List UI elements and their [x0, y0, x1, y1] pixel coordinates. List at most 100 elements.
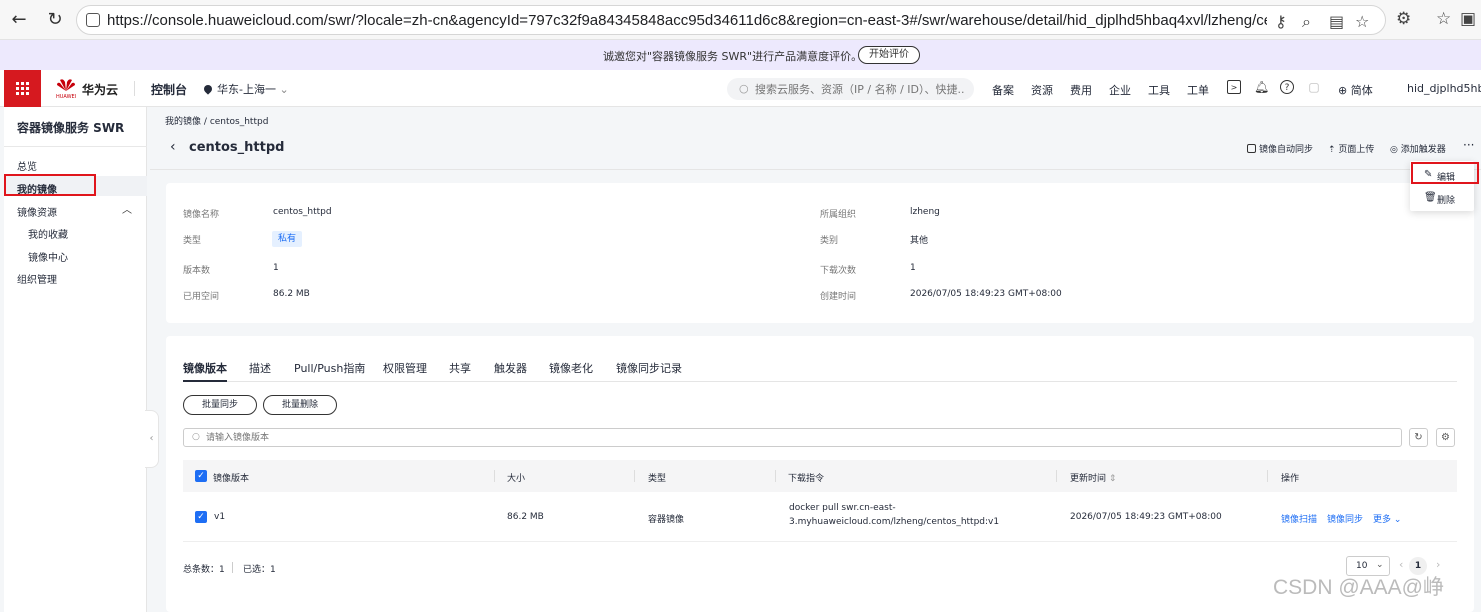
pull-command-line: 3.myhuaweicloud.com/lzheng/centos_httpd:…	[789, 517, 1000, 527]
divider	[4, 146, 147, 147]
more-actions-link[interactable]: 更多 ⌄	[1373, 512, 1401, 525]
info-value: 其他	[910, 236, 929, 246]
tab-pull-push-guide[interactable]: Pull/Push指南	[294, 360, 365, 376]
chat-icon[interactable]: ▢	[1307, 80, 1321, 94]
add-trigger-button[interactable]: ◎ 添加触发器	[1390, 142, 1446, 155]
address-bar[interactable]: https://console.huaweicloud.com/swr/?loc…	[76, 5, 1386, 35]
trigger-icon: ◎	[1390, 145, 1398, 155]
sidebar-item-favorites[interactable]: 我的收藏	[4, 221, 147, 241]
nav-item-enterprise[interactable]: 企业	[1109, 82, 1131, 98]
logo-subtext: HUAWEI	[56, 94, 77, 100]
updated-cell: 2026/07/05 18:49:23 GMT+08:00	[1070, 512, 1222, 522]
site-info-icon[interactable]	[86, 13, 100, 27]
settings-icon[interactable]: ⚙	[1436, 428, 1455, 447]
batch-delete-button[interactable]: 批量删除	[263, 395, 337, 415]
chevron-up-icon: ︿	[122, 205, 132, 216]
menu-item-delete[interactable]: 🗑︎ 删除	[1410, 187, 1474, 209]
sync-image-link[interactable]: 镜像同步	[1327, 512, 1363, 525]
nav-item-tickets[interactable]: 工单	[1187, 82, 1209, 98]
global-search-input[interactable]	[755, 81, 965, 97]
zoom-icon[interactable]: ⌕	[1302, 12, 1311, 32]
tab-description[interactable]: 描述	[249, 360, 271, 376]
reload-icon[interactable]: ↻	[44, 9, 66, 31]
sidebar-item-overview[interactable]: 总览	[4, 153, 147, 173]
sidebar-item-organizations[interactable]: 组织管理	[4, 266, 147, 286]
refresh-icon[interactable]: ↻	[1409, 428, 1428, 447]
action-label: 添加触发器	[1400, 145, 1446, 155]
breadcrumb: 我的镜像 / centos_httpd	[165, 114, 268, 127]
nav-item-billing[interactable]: 费用	[1070, 82, 1092, 98]
key-icon[interactable]: ⚷	[1275, 12, 1287, 31]
prev-page-icon[interactable]: ‹	[1399, 558, 1403, 571]
column-divider	[1267, 470, 1268, 482]
back-icon[interactable]: ←	[8, 9, 30, 31]
search-icon: ○	[192, 432, 200, 442]
back-button[interactable]: ‹	[170, 139, 176, 155]
console-link[interactable]: 控制台	[151, 81, 187, 98]
tab-sharing[interactable]: 共享	[449, 360, 471, 376]
region-label: 华东-上海一	[217, 83, 276, 96]
chevron-down-icon: ⌄	[1393, 515, 1402, 525]
more-icon[interactable]: ···	[1463, 138, 1474, 152]
chevron-down-icon: ⌄	[1376, 560, 1384, 570]
column-header: 类型	[648, 474, 667, 484]
more-label: 更多	[1373, 515, 1392, 525]
browser-toolbar: ← ↻ https://console.huaweicloud.com/swr/…	[0, 0, 1481, 40]
chevron-left-icon: ‹	[149, 433, 154, 444]
service-menu-button[interactable]	[4, 70, 41, 107]
extensions-icon[interactable]: ⚙	[1396, 9, 1411, 29]
favorites-icon[interactable]: ☆	[1436, 9, 1451, 29]
auto-sync-button[interactable]: 镜像自动同步	[1247, 142, 1313, 155]
sidebar-item-image-center[interactable]: 镜像中心	[4, 244, 147, 264]
collections-icon[interactable]: ▣	[1460, 9, 1476, 29]
global-search[interactable]: ○	[727, 78, 974, 100]
info-label: 创建时间	[820, 292, 857, 302]
sidebar-item-label: 总览	[17, 162, 37, 173]
tab-sync-records[interactable]: 镜像同步记录	[616, 360, 682, 376]
image-info-card: 镜像名称 centos_httpd 类型 私有 版本数 1 已用空间 86.2 …	[166, 183, 1474, 323]
column-header-sortable[interactable]: 更新时间 ⇕	[1070, 471, 1116, 484]
version-search[interactable]: ○	[183, 428, 1402, 447]
bell-icon[interactable]: 🔔︎	[1254, 80, 1269, 94]
nav-item-tools[interactable]: 工具	[1148, 82, 1170, 98]
upload-icon: ⇡	[1328, 145, 1336, 155]
user-account[interactable]: hid_djplhd5hbaq4xvl	[1407, 82, 1481, 95]
cloud-shell-icon[interactable]: >	[1227, 80, 1241, 94]
batch-sync-button[interactable]: 批量同步	[183, 395, 257, 415]
nav-item-resources[interactable]: 资源	[1031, 82, 1053, 98]
column-divider	[494, 470, 495, 482]
sidebar-collapse-button[interactable]: ‹	[145, 410, 159, 468]
logo-text[interactable]: 华为云	[82, 81, 118, 98]
help-icon[interactable]: ?	[1280, 80, 1294, 94]
version-search-input[interactable]	[206, 431, 806, 444]
star-icon[interactable]: ☆	[1355, 12, 1369, 31]
page-upload-button[interactable]: ⇡ 页面上传	[1328, 142, 1374, 155]
select-all-checkbox[interactable]: ✓	[195, 470, 207, 482]
divider	[232, 562, 233, 573]
region-selector[interactable]: 华东-上海一 ⌄	[202, 81, 289, 97]
survey-banner: 诚邀您对"容器镜像服务 SWR"进行产品满意度评价。 开始评价	[0, 40, 1481, 70]
info-value[interactable]: lzheng	[910, 207, 940, 217]
nav-item-filing[interactable]: 备案	[992, 82, 1014, 98]
language-selector[interactable]: ⊕ 简体	[1338, 82, 1373, 98]
sidebar-item-label: 镜像资源	[17, 208, 57, 219]
sidebar-item-label: 我的收藏	[28, 230, 68, 241]
sidebar-item-image-resources[interactable]: 镜像资源 ︿	[4, 199, 147, 219]
url-text[interactable]: https://console.huaweicloud.com/swr/?loc…	[107, 12, 1267, 29]
reader-icon[interactable]: ▤	[1329, 12, 1344, 31]
info-label: 镜像名称	[183, 210, 220, 220]
tab-triggers[interactable]: 触发器	[494, 360, 527, 376]
start-survey-button[interactable]: 开始评价	[858, 46, 920, 64]
tab-permissions[interactable]: 权限管理	[383, 360, 427, 376]
tab-image-aging[interactable]: 镜像老化	[549, 360, 593, 376]
column-divider	[1056, 470, 1057, 482]
page-title: centos_httpd	[189, 140, 285, 155]
scan-image-link[interactable]: 镜像扫描	[1281, 512, 1317, 525]
type-cell: 容器镜像	[648, 515, 685, 525]
breadcrumb-link[interactable]: 我的镜像	[165, 117, 201, 127]
row-checkbox[interactable]: ✓	[195, 511, 207, 523]
tab-versions[interactable]: 镜像版本	[183, 360, 227, 376]
next-page-icon[interactable]: ›	[1436, 558, 1440, 571]
info-value: 1	[273, 263, 279, 273]
chevron-down-icon: ⌄	[279, 83, 289, 96]
